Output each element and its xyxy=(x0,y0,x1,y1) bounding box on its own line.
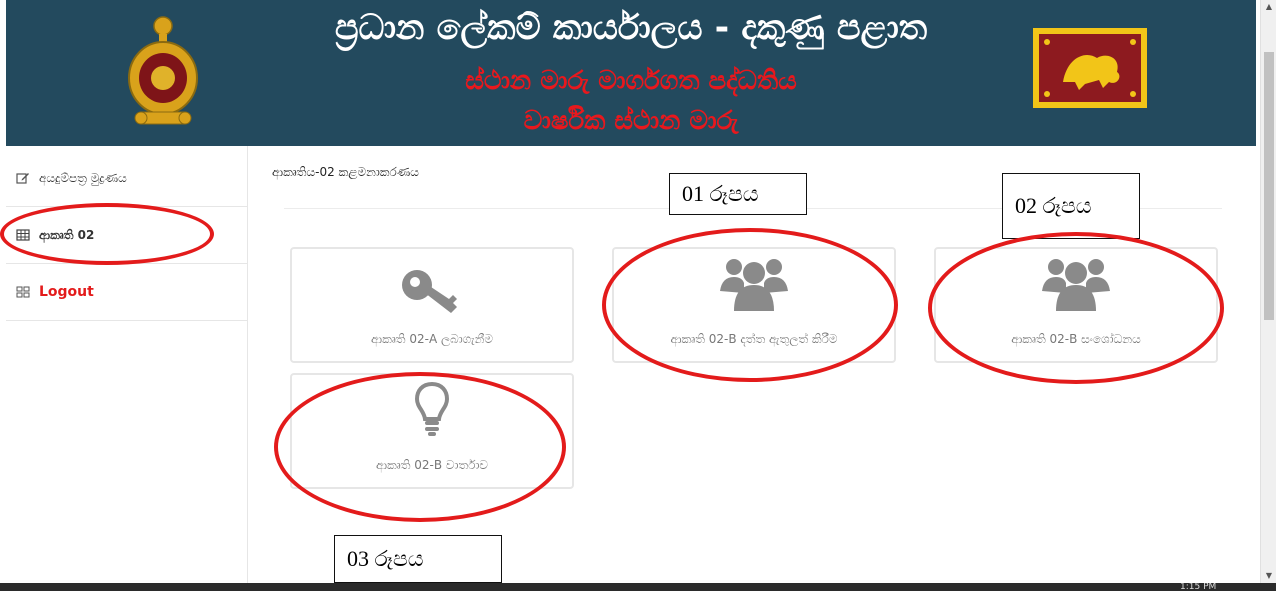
users-icon xyxy=(1042,259,1110,311)
taskbar: 1:15 PM xyxy=(0,583,1276,591)
tile-label: ආකෘති 02-B සංශෝධනය xyxy=(1011,332,1141,346)
lion-flag-logo xyxy=(1033,28,1147,108)
sidebar-item-label: ආකෘති 02 xyxy=(39,227,95,242)
scrollbar-thumb[interactable] xyxy=(1264,52,1274,320)
sidebar-item-label: Logout xyxy=(39,284,94,300)
sidebar-item-print-application[interactable]: අයදුම්පත්‍ර මුද්‍රණය xyxy=(6,150,248,207)
tile-form-02b-report[interactable]: ආකෘති 02-B වාර්තාව xyxy=(290,373,574,489)
table-icon xyxy=(16,229,30,241)
page-title: ආකෘතිය-02 කළමනාකරණය xyxy=(272,165,419,179)
sidebar: අයදුම්පත්‍ර මුද්‍රණය ආකෘති 02 Logout xyxy=(6,146,248,583)
key-icon xyxy=(402,270,457,313)
annotation-box-03: 03 රූපය xyxy=(334,535,502,583)
vertical-scrollbar[interactable]: ▲ ▼ xyxy=(1260,0,1276,583)
tile-form-02b-revision[interactable]: ආකෘති 02-B සංශෝධනය xyxy=(934,247,1218,363)
annotation-box-01: 01 රූපය xyxy=(669,173,807,215)
header-banner: ප්‍රධාන ලේකම් කාර්යාලය - දකුණු පළාත ස්ථා… xyxy=(6,0,1256,146)
sidebar-item-label: අයදුම්පත්‍ර මුද්‍රණය xyxy=(39,170,127,185)
sidebar-item-logout[interactable]: Logout xyxy=(6,264,248,321)
banner-subtitle-2: වාර්ෂික ස්ථාන මාරු xyxy=(523,106,739,136)
grid-icon xyxy=(16,286,30,298)
lightbulb-icon xyxy=(414,381,450,436)
tile-form-02a-obtain[interactable]: ආකෘති 02-A ලබාගැනීම xyxy=(290,247,574,363)
tile-label: ආකෘති 02-B වාර්තාව xyxy=(375,458,489,472)
scroll-up-icon[interactable]: ▲ xyxy=(1261,0,1276,14)
edit-icon xyxy=(16,173,29,184)
taskbar-clock: 1:15 PM xyxy=(1180,583,1217,591)
tile-label: ආකෘති 02-B දත්ත ඇතුලත් කිරීම xyxy=(670,332,838,346)
tile-label: ආකෘති 02-A ලබාගැනීම xyxy=(371,332,493,346)
sidebar-item-form-02[interactable]: ආකෘති 02 xyxy=(6,207,248,264)
annotation-box-02: 02 රූපය xyxy=(1002,173,1140,239)
scroll-down-icon[interactable]: ▼ xyxy=(1261,569,1276,583)
tile-form-02b-data-entry[interactable]: ආකෘති 02-B දත්ත ඇතුලත් කිරීම xyxy=(612,247,896,363)
users-icon xyxy=(720,259,788,311)
